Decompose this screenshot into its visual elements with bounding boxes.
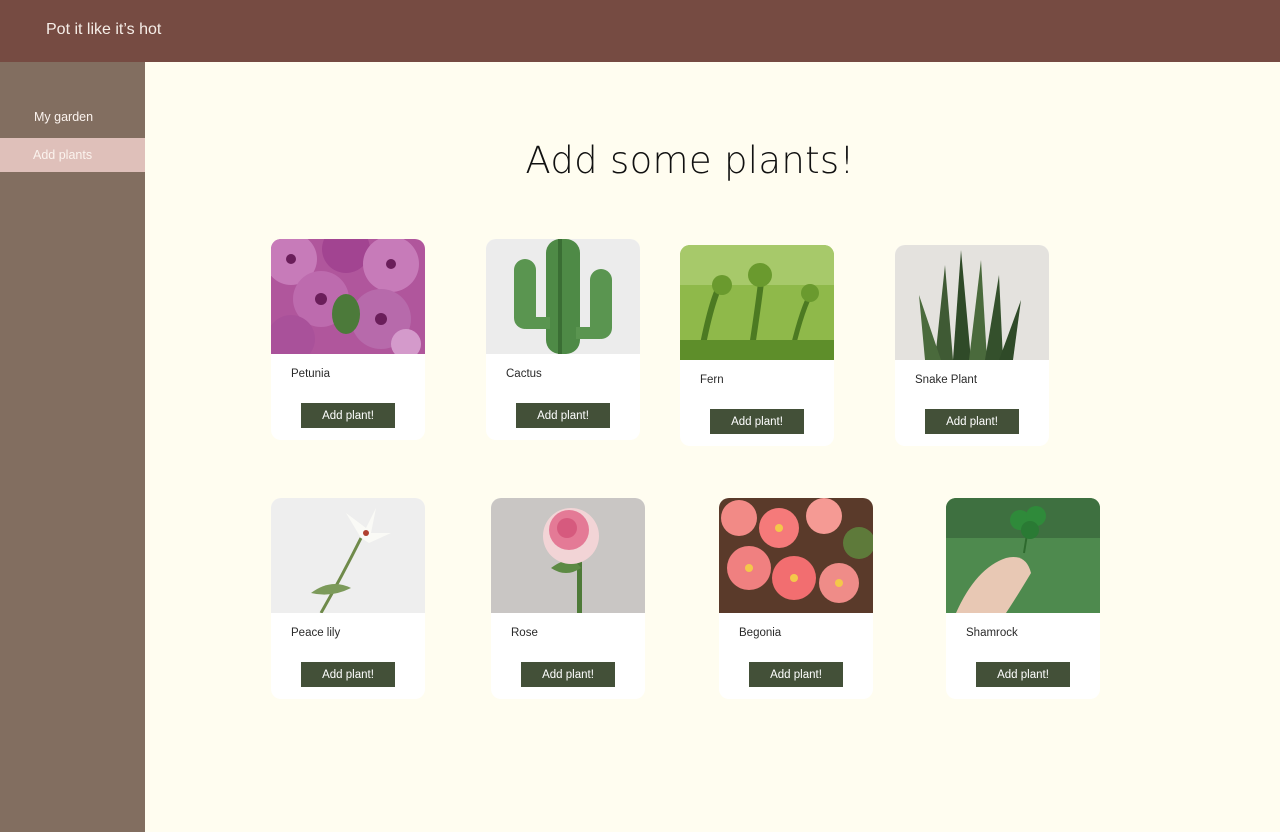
sidebar-item-label: Add plants (33, 148, 93, 162)
shamrock-photo (946, 498, 1100, 613)
plant-name: Begonia (739, 627, 782, 639)
sidebar: My garden Add plants (0, 62, 145, 832)
fern-photo (680, 245, 834, 360)
plant-card-begonia: Begonia Add plant! (719, 498, 873, 699)
add-plant-button[interactable]: Add plant! (521, 662, 615, 687)
plant-name: Cactus (506, 368, 542, 380)
add-plant-button[interactable]: Add plant! (301, 662, 395, 687)
plant-card-fern: Fern Add plant! (680, 245, 834, 446)
add-plant-button[interactable]: Add plant! (749, 662, 843, 687)
page-title: Add some plants! (525, 139, 855, 182)
app-title: Pot it like it’s hot (46, 21, 162, 38)
sidebar-item-my-garden[interactable]: My garden (0, 100, 145, 134)
cactus-photo (486, 239, 640, 354)
snake-plant-photo (895, 245, 1049, 360)
rose-photo (491, 498, 645, 613)
top-header-bar: Pot it like it’s hot (0, 0, 1280, 62)
plant-card-shamrock: Shamrock Add plant! (946, 498, 1100, 699)
plant-name: Rose (511, 627, 538, 639)
begonia-photo (719, 498, 873, 613)
plant-card-rose: Rose Add plant! (491, 498, 645, 699)
main-content: Add some plants! Petunia Add plant! Cact… (145, 62, 1280, 832)
sidebar-item-add-plants[interactable]: Add plants (0, 138, 145, 172)
plant-name: Shamrock (966, 627, 1018, 639)
plant-card-peace-lily: Peace lily Add plant! (271, 498, 425, 699)
plant-card-petunia: Petunia Add plant! (271, 239, 425, 440)
add-plant-button[interactable]: Add plant! (925, 409, 1019, 434)
plant-name: Peace lily (291, 627, 341, 639)
plant-name: Snake Plant (915, 374, 978, 386)
petunia-photo (271, 239, 425, 354)
plant-name: Petunia (291, 368, 331, 380)
add-plant-button[interactable]: Add plant! (301, 403, 395, 428)
add-plant-button[interactable]: Add plant! (976, 662, 1070, 687)
sidebar-item-label: My garden (34, 110, 94, 124)
peace-lily-photo (271, 498, 425, 613)
plant-name: Fern (700, 374, 724, 386)
plant-card-cactus: Cactus Add plant! (486, 239, 640, 440)
add-plant-button[interactable]: Add plant! (710, 409, 804, 434)
add-plant-button[interactable]: Add plant! (516, 403, 610, 428)
plant-card-snake-plant: Snake Plant Add plant! (895, 245, 1049, 446)
